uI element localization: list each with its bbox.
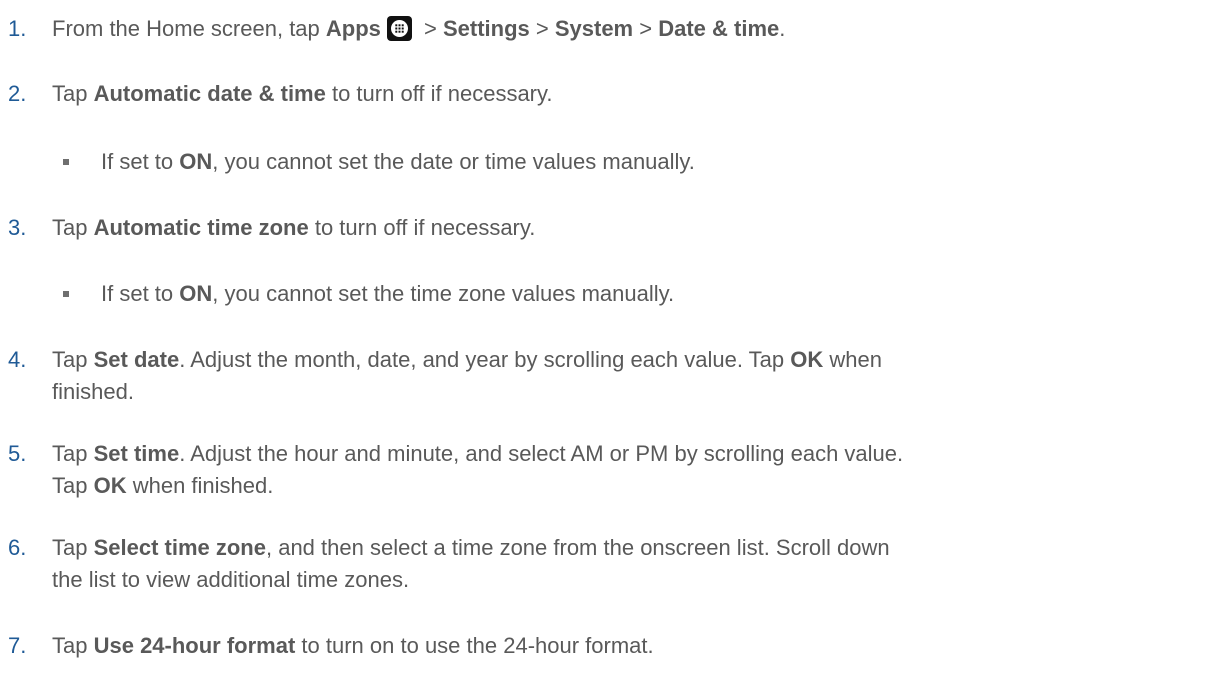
step-number: 7. [8,633,27,658]
step-number: 5. [8,441,27,466]
step-number: 3. [8,215,27,240]
step-text: Tap Set time. Adjust the hour and minute… [52,441,904,498]
step-6: 6. Tap Select time zone, and then select… [0,532,1207,596]
apps-grid-icon [386,16,412,41]
step-text: Tap Automatic time zone to turn off if n… [52,215,536,240]
apps-label: Apps [325,16,381,41]
step-number: 6. [8,535,27,560]
step-text: Tap Automatic date & time to turn off if… [52,81,553,106]
step-text: Tap Use 24-hour format to turn on to use… [52,633,654,658]
step-4: 4. Tap Set date. Adjust the month, date,… [0,344,1207,408]
step-number: 2. [8,81,27,106]
step-number: 4. [8,347,27,372]
step-text: Tap Set date. Adjust the month, date, an… [52,347,882,404]
bullet-icon [63,159,69,165]
step-number: 1. [8,16,27,41]
step-text: From the Home screen, tap Apps > Setting… [52,16,786,41]
bullet-text: If set to ON, you cannot set the date or… [101,149,695,174]
step-5: 5. Tap Set time. Adjust the hour and min… [0,438,1207,502]
bullet-icon [63,291,69,297]
bullet-text: If set to ON, you cannot set the time zo… [101,281,675,306]
step-text: Tap Select time zone, and then select a … [52,535,890,592]
